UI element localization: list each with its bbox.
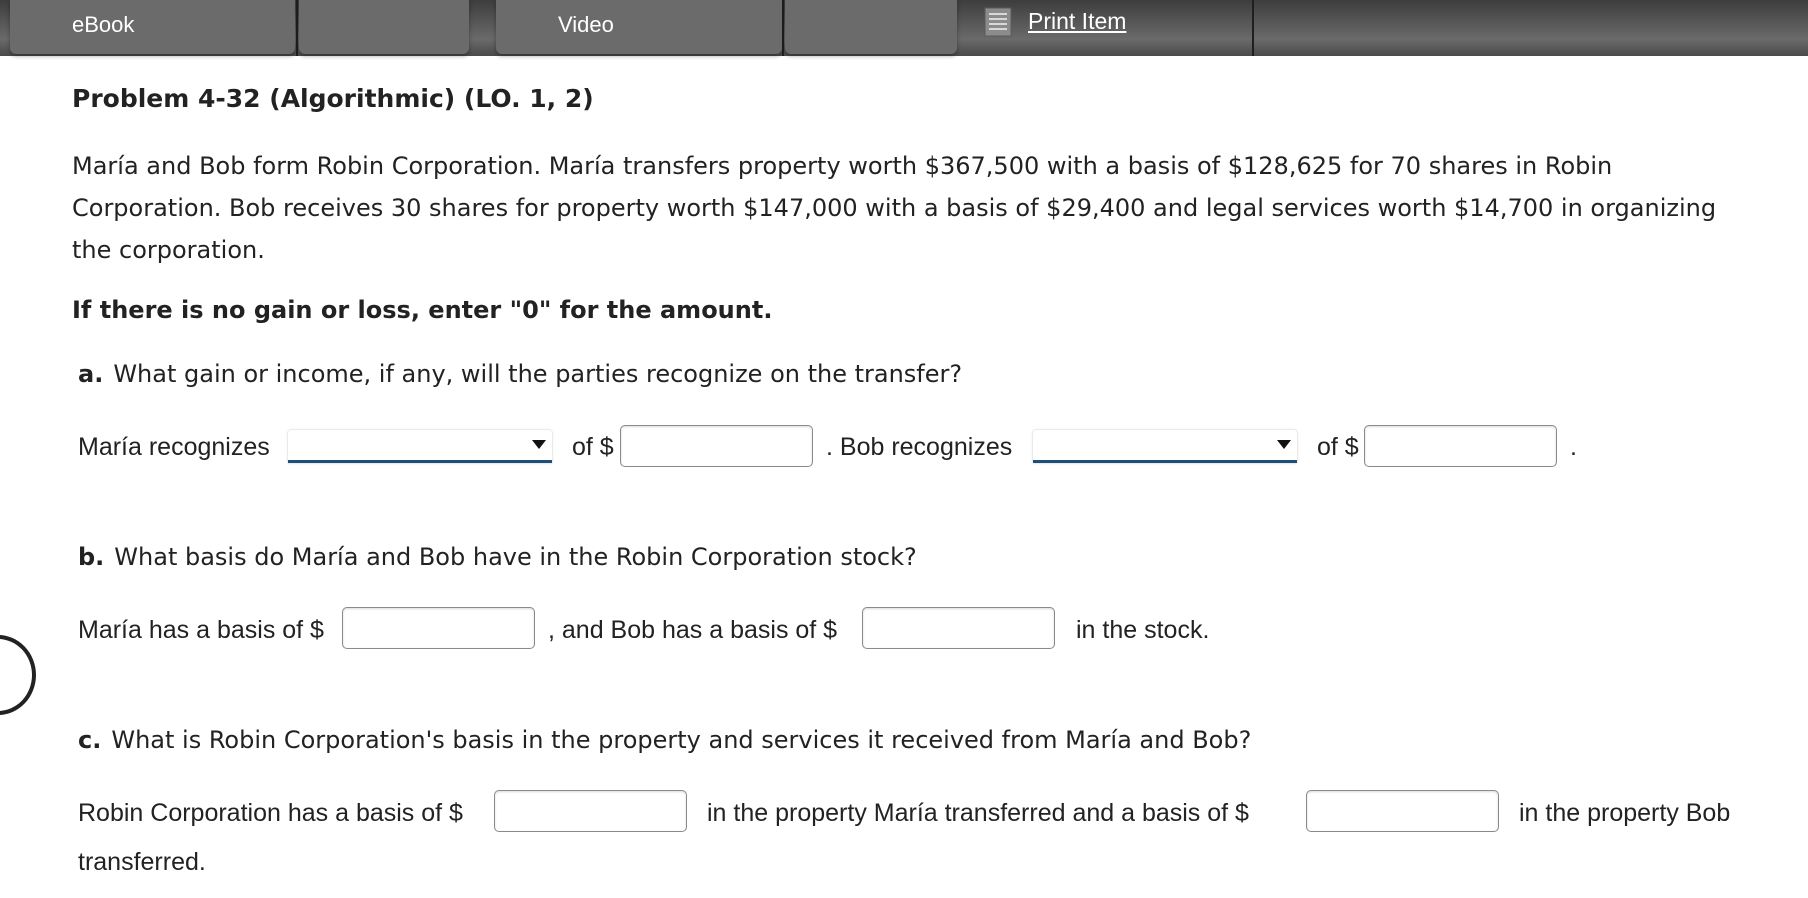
problem-title: Problem 4-32 (Algorithmic) (LO. 1, 2) xyxy=(72,84,594,113)
tab-video[interactable]: Video xyxy=(496,0,782,54)
corp-basis-maria-property-input[interactable] xyxy=(494,790,687,832)
top-toolbar: eBook Video Print Item xyxy=(0,0,1808,56)
part-a-of-label-2: of $ xyxy=(1317,433,1359,461)
part-b-maria-label: María has a basis of $ xyxy=(78,616,324,644)
problem-description: María and Bob form Robin Corporation. Ma… xyxy=(72,152,1717,264)
tab-divider xyxy=(296,0,298,56)
part-b-bob-label: , and Bob has a basis of $ xyxy=(548,616,838,644)
part-a-question-text: What gain or income, if any, will the pa… xyxy=(113,360,963,388)
chevron-down-icon xyxy=(532,440,546,449)
tab-ebook-extension xyxy=(299,0,469,54)
tab-ebook[interactable]: eBook xyxy=(10,0,295,54)
corp-basis-bob-property-input[interactable] xyxy=(1306,790,1499,832)
tab-ebook-label: eBook xyxy=(72,12,135,37)
toolbar-divider xyxy=(1252,0,1254,56)
tab-divider xyxy=(782,0,784,56)
bob-recognizes-select[interactable] xyxy=(1033,430,1297,463)
part-b-question-text: What basis do María and Bob have in the … xyxy=(114,543,917,571)
maria-recognizes-select[interactable] xyxy=(288,430,552,463)
problem-instruction: If there is no gain or loss, enter "0" f… xyxy=(72,296,773,324)
part-a-end-period: . xyxy=(1570,433,1577,461)
tab-video-extension xyxy=(785,0,957,54)
maria-stock-basis-input[interactable] xyxy=(342,607,535,649)
part-c-letter: c. xyxy=(78,726,102,754)
document-icon[interactable] xyxy=(984,7,1012,37)
print-item-link[interactable]: Print Item xyxy=(1028,8,1126,35)
part-c-label-4: transferred. xyxy=(78,848,206,876)
part-c-question-text: What is Robin Corporation's basis in the… xyxy=(111,726,1252,754)
part-b-suffix: in the stock. xyxy=(1076,616,1210,644)
part-a-of-label-1: of $ xyxy=(572,433,614,461)
bob-stock-basis-input[interactable] xyxy=(862,607,1055,649)
part-c-label-2: in the property María transferred and a … xyxy=(707,799,1249,827)
part-b-question: b. What basis do María and Bob have in th… xyxy=(78,543,917,571)
part-c-label-3: in the property Bob xyxy=(1519,799,1731,827)
part-a-maria-label: María recognizes xyxy=(78,433,270,461)
part-c-question: c. What is Robin Corporation's basis in t… xyxy=(78,726,1251,754)
part-b-letter: b. xyxy=(78,543,105,571)
bob-recognized-amount-input[interactable] xyxy=(1364,425,1557,467)
part-a-question: a. What gain or income, if any, will the … xyxy=(78,360,962,388)
tab-video-label: Video xyxy=(558,12,614,37)
part-c-label-1: Robin Corporation has a basis of $ xyxy=(78,799,463,827)
chevron-down-icon xyxy=(1277,440,1291,449)
part-a-letter: a. xyxy=(78,360,104,388)
maria-recognized-amount-input[interactable] xyxy=(620,425,813,467)
part-a-bob-label: . Bob recognizes xyxy=(826,433,1013,461)
side-circle-icon xyxy=(0,635,36,715)
